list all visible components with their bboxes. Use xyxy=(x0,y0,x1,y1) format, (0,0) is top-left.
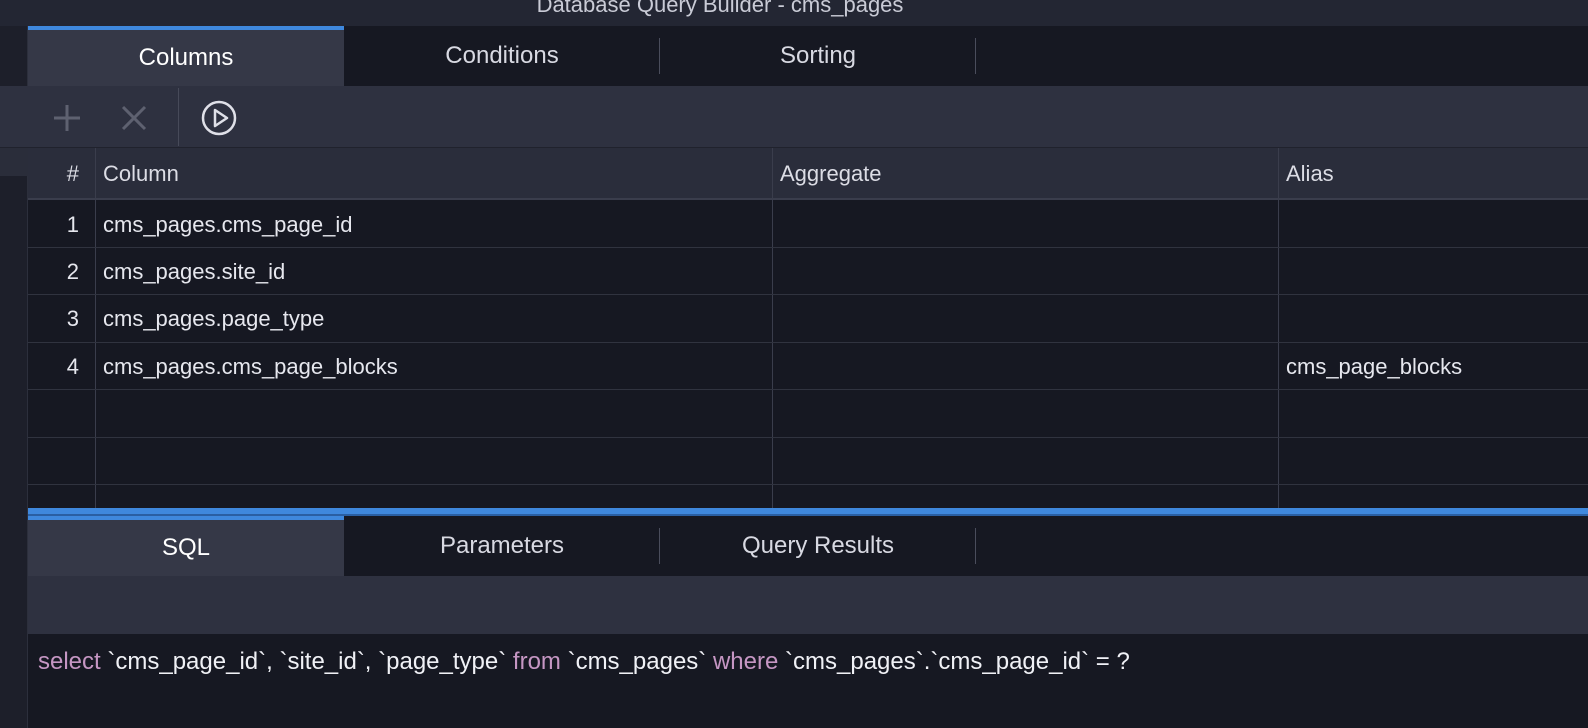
plus-icon xyxy=(54,105,80,131)
row-number: 4 xyxy=(66,354,79,379)
header-alias[interactable]: Alias xyxy=(1278,148,1588,200)
tab-separator xyxy=(975,38,976,74)
columns-toolbar xyxy=(0,86,1588,148)
sql-keyword: where xyxy=(712,648,779,675)
tab-sorting[interactable]: Sorting xyxy=(660,26,976,86)
alias-cell[interactable] xyxy=(1278,201,1588,248)
grid-row-line xyxy=(28,437,1588,438)
sql-editor[interactable]: select `cms_page_id`, `site_id`, `page_t… xyxy=(28,634,1588,728)
close-icon xyxy=(121,105,147,131)
query-builder-tabs: Columns Conditions Sorting xyxy=(28,26,1588,86)
alias-cell[interactable]: cms_page_blocks xyxy=(1278,343,1588,390)
pane-splitter[interactable] xyxy=(28,508,1588,516)
tab-label: Columns xyxy=(138,44,234,71)
toolbar-divider xyxy=(178,88,179,146)
tab-label: Sorting xyxy=(779,42,857,69)
tab-label: SQL xyxy=(161,534,211,561)
sql-fragment: `cms_pages`.`cms_page_id` = ? xyxy=(778,648,1130,675)
row-number: 3 xyxy=(66,306,79,331)
grid-row-line xyxy=(28,484,1588,485)
sql-keyword: from xyxy=(512,648,561,675)
tab-separator xyxy=(975,528,976,564)
aggregate-cell[interactable] xyxy=(772,201,1278,248)
window-title: Database Query Builder - cms_pages xyxy=(536,0,904,17)
tab-label: Parameters xyxy=(439,532,565,559)
tab-columns[interactable]: Columns xyxy=(28,26,344,86)
sql-text[interactable]: select `cms_page_id`, `site_id`, `page_t… xyxy=(38,648,1130,676)
alias-cell[interactable] xyxy=(1278,248,1588,295)
add-column-button[interactable] xyxy=(45,96,89,140)
column-cell[interactable]: cms_pages.page_type xyxy=(95,295,772,342)
run-query-button[interactable] xyxy=(197,96,241,140)
tab-query-results[interactable]: Query Results xyxy=(660,516,976,576)
grid-header: # Column Aggregate Alias xyxy=(28,148,1588,200)
column-cell[interactable]: cms_pages.cms_page_id xyxy=(95,201,772,248)
sql-toolbar xyxy=(28,576,1588,634)
aggregate-cell[interactable] xyxy=(772,295,1278,342)
column-cell[interactable]: cms_pages.site_id xyxy=(95,248,772,295)
sql-keyword: select xyxy=(38,648,101,675)
tab-label: Conditions xyxy=(445,42,559,69)
remove-column-button[interactable] xyxy=(112,96,156,140)
tab-sql[interactable]: SQL xyxy=(28,516,344,576)
tab-parameters[interactable]: Parameters xyxy=(344,516,660,576)
tab-label: Query Results xyxy=(741,532,895,559)
row-number: 2 xyxy=(66,259,79,284)
play-circle-icon xyxy=(201,100,237,136)
row-number: 1 xyxy=(66,212,79,237)
sql-fragment: `cms_pages` xyxy=(560,648,713,675)
output-tabs: SQL Parameters Query Results xyxy=(28,516,1588,576)
header-number[interactable]: # xyxy=(28,148,95,200)
header-column[interactable]: Column xyxy=(95,148,772,200)
column-cell[interactable]: cms_pages.cms_page_blocks xyxy=(95,343,772,390)
window-titlebar: Database Query Builder - cms_pages xyxy=(0,0,1588,26)
aggregate-cell[interactable] xyxy=(772,248,1278,295)
alias-cell[interactable] xyxy=(1278,295,1588,342)
sql-fragment: `cms_page_id`, `site_id`, `page_type` xyxy=(100,648,513,675)
tab-conditions[interactable]: Conditions xyxy=(344,26,660,86)
columns-grid[interactable]: # Column Aggregate Alias 1 cms_pages.cms… xyxy=(28,148,1588,508)
header-aggregate[interactable]: Aggregate xyxy=(772,148,1278,200)
aggregate-cell[interactable] xyxy=(772,343,1278,390)
